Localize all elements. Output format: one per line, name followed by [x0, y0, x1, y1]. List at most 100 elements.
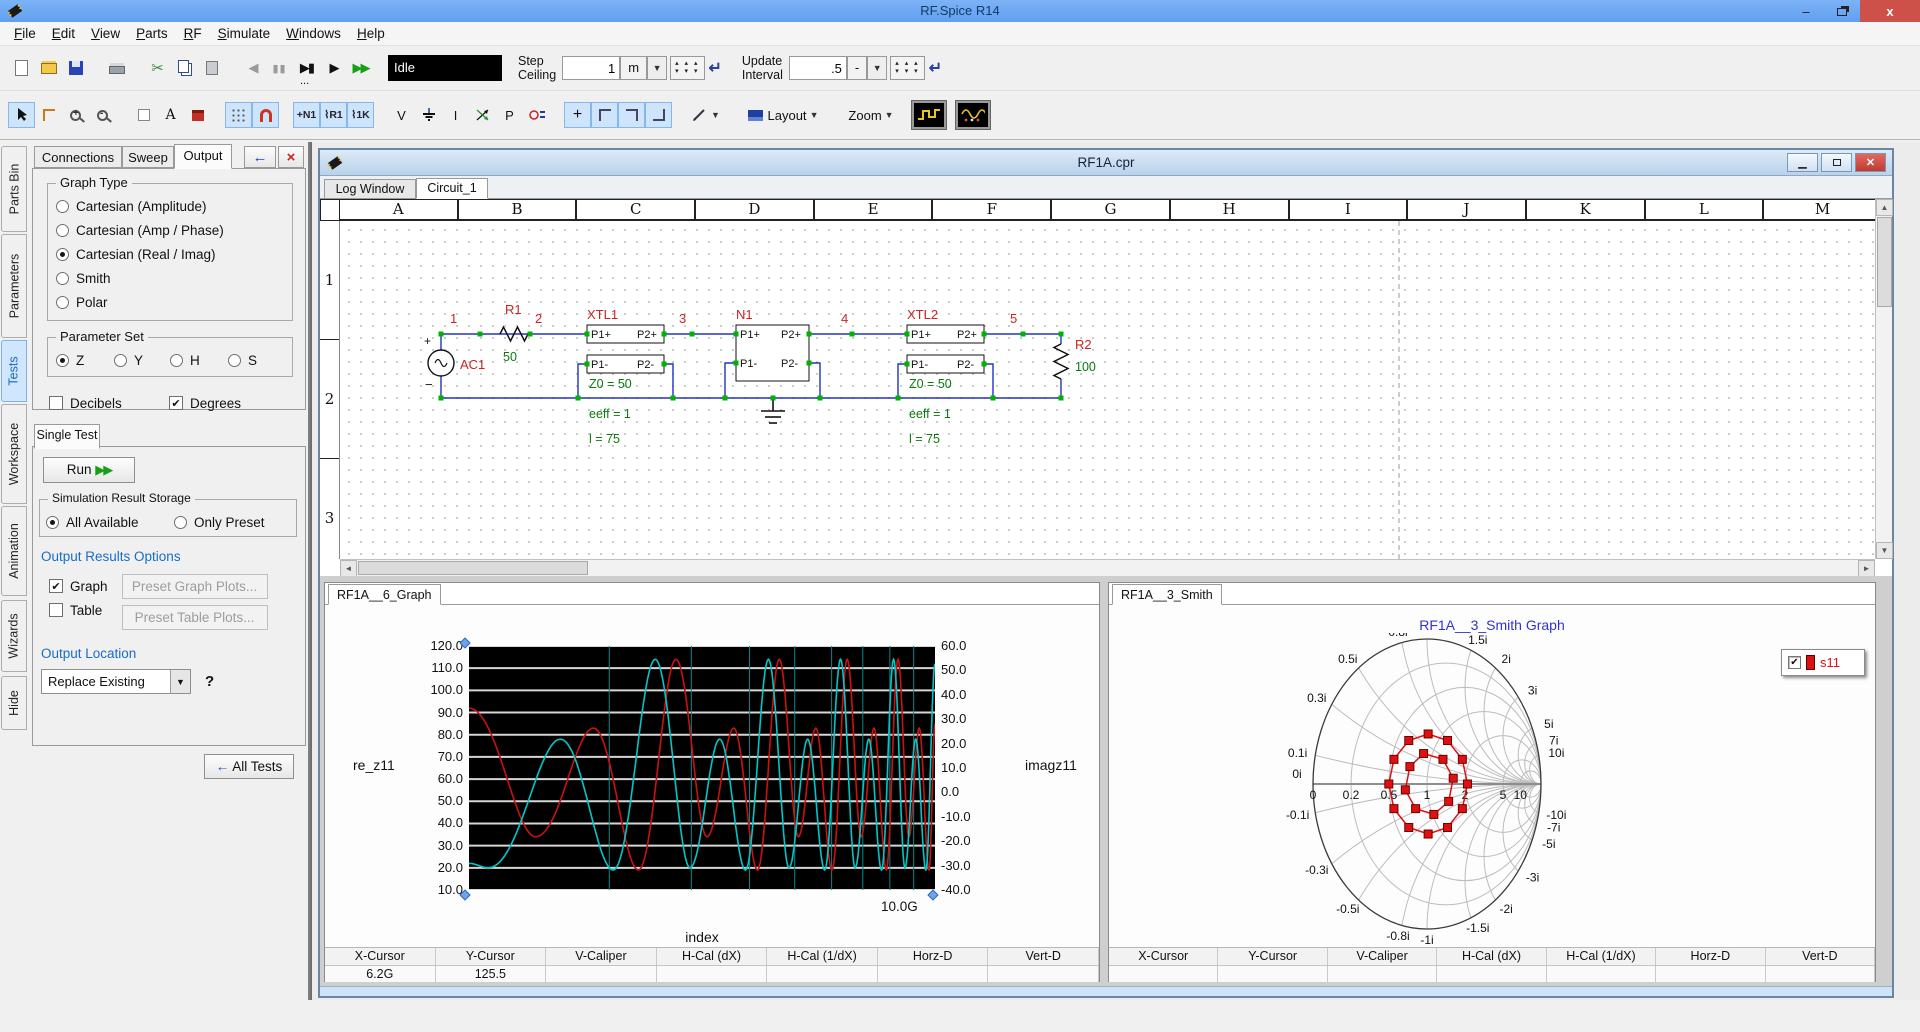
- fast-run-button[interactable]: ▶▶: [347, 55, 374, 81]
- ground-symbol[interactable]: [761, 398, 785, 423]
- s11-data-point[interactable]: [1420, 750, 1428, 758]
- step-run-button[interactable]: ▶▮ ...: [293, 55, 320, 81]
- scroll-right-arrow[interactable]: ►: [1858, 560, 1875, 577]
- crosshair-button[interactable]: +: [564, 102, 591, 128]
- layout-dropdown[interactable]: Layout ▼: [740, 102, 826, 128]
- document-titlebar[interactable]: RF1A.cpr ▁ ✕: [320, 150, 1892, 176]
- tab-log-window[interactable]: Log Window: [324, 179, 416, 199]
- ac-source-symbol[interactable]: + −: [424, 334, 454, 392]
- step-ceiling-input[interactable]: [562, 56, 620, 80]
- close-button[interactable]: x: [1860, 0, 1920, 22]
- panel-close-button[interactable]: ×: [278, 146, 304, 168]
- s11-data-point[interactable]: [1444, 737, 1452, 745]
- part-value-button[interactable]: ⌇1K: [347, 102, 374, 128]
- menu-item[interactable]: Parts: [128, 23, 176, 44]
- checkbox-table[interactable]: Table: [49, 598, 108, 622]
- s11-data-point[interactable]: [1444, 824, 1452, 832]
- radio-cartesian-real-imag[interactable]: Cartesian (Real / Imag): [56, 242, 284, 266]
- power-probe-button[interactable]: P: [496, 102, 523, 128]
- radio-y[interactable]: Y: [114, 348, 170, 372]
- radio-polar[interactable]: Polar: [56, 290, 284, 314]
- help-question[interactable]: ?: [205, 673, 214, 690]
- doc-minimize-button[interactable]: ▁: [1787, 153, 1818, 172]
- ruler-cross-button[interactable]: [645, 102, 672, 128]
- sidebar-tab-animation[interactable]: Animation: [1, 506, 27, 596]
- s11-data-point[interactable]: [1406, 763, 1414, 771]
- checkbox-graph[interactable]: ✔Graph: [49, 574, 108, 598]
- part-label-button[interactable]: ⌇R1: [320, 102, 347, 128]
- update-apply-icon[interactable]: ↵: [929, 58, 942, 78]
- tab-single-test[interactable]: Single Test: [34, 424, 100, 449]
- menu-item[interactable]: Simulate: [210, 23, 279, 44]
- rotate-tool-button[interactable]: [35, 102, 62, 128]
- s11-data-point[interactable]: [1458, 805, 1466, 813]
- menu-item[interactable]: Windows: [278, 23, 349, 44]
- tab-rf1a-6-graph[interactable]: RF1A__6_Graph: [328, 584, 441, 605]
- scope-view-button[interactable]: [956, 101, 990, 129]
- zoom-out-button[interactable]: -: [89, 102, 116, 128]
- s11-data-point[interactable]: [1401, 786, 1409, 794]
- output-location-select[interactable]: Replace Existing ▼: [41, 669, 191, 694]
- cut-button[interactable]: ✂: [144, 55, 171, 81]
- radio-only-preset[interactable]: Only Preset: [174, 510, 265, 534]
- schematic-canvas[interactable]: + − P1+ P2+ P1-: [340, 221, 1875, 559]
- checkbox-degrees[interactable]: ✔Degrees: [169, 391, 241, 415]
- v-scroll-thumb[interactable]: [1877, 217, 1892, 307]
- s11-data-point[interactable]: [1390, 755, 1398, 763]
- checkbox-decibels[interactable]: Decibels: [49, 391, 169, 415]
- current-probe-button[interactable]: I: [442, 102, 469, 128]
- minimize-button[interactable]: –: [1788, 0, 1824, 22]
- tab-connections[interactable]: Connections: [34, 146, 122, 168]
- text-tool-button[interactable]: A: [157, 102, 184, 128]
- doc-close-button[interactable]: ✕: [1855, 153, 1886, 172]
- sidebar-tab-tests[interactable]: Tests: [1, 340, 27, 402]
- scroll-left-arrow[interactable]: ◄: [340, 560, 357, 577]
- step-back-button[interactable]: ◀: [239, 55, 266, 81]
- diode-probe-button[interactable]: [523, 102, 550, 128]
- update-unit-dropdown[interactable]: ▼: [867, 56, 887, 80]
- grid-toggle-button[interactable]: [225, 102, 252, 128]
- snap-toggle-button[interactable]: [252, 102, 279, 128]
- probe-pen-button[interactable]: ▼: [686, 102, 726, 128]
- ruler-edge-button[interactable]: [618, 102, 645, 128]
- new-file-button[interactable]: [8, 55, 35, 81]
- restore-button[interactable]: [1824, 0, 1860, 22]
- resistor-r2-symbol[interactable]: [1054, 344, 1068, 379]
- copy-button[interactable]: [171, 55, 198, 81]
- s11-data-point[interactable]: [1390, 805, 1398, 813]
- preset-table-plots-button[interactable]: Preset Table Plots...: [122, 605, 268, 630]
- s11-data-point[interactable]: [1449, 774, 1457, 782]
- sidebar-tab-hide[interactable]: Hide: [1, 676, 27, 730]
- radio-cartesian-amplitude[interactable]: Cartesian (Amplitude): [56, 194, 284, 218]
- circuit-vertical-scrollbar[interactable]: ▲ ▼: [1875, 199, 1892, 559]
- xtl1-symbol[interactable]: P1+ P2+ P1- P2-: [587, 325, 664, 373]
- menu-item[interactable]: File: [6, 23, 44, 44]
- doc-restore-button[interactable]: [1821, 153, 1852, 172]
- menu-item[interactable]: View: [83, 23, 128, 44]
- radio-s[interactable]: S: [228, 348, 257, 372]
- ruler-corner-button[interactable]: [591, 102, 618, 128]
- sidebar-tab-parts-bin[interactable]: Parts Bin: [1, 146, 27, 232]
- n1-symbol[interactable]: P1+ P2+ P1- P2-: [736, 325, 809, 381]
- circuit-horizontal-scrollbar[interactable]: ◄ ►: [340, 559, 1875, 576]
- tab-output[interactable]: Output: [174, 144, 232, 169]
- plot-area[interactable]: [469, 646, 935, 890]
- s11-data-point[interactable]: [1458, 755, 1466, 763]
- sidebar-tab-workspace[interactable]: Workspace: [1, 404, 27, 504]
- zoom-dropdown[interactable]: Zoom ▼: [840, 102, 902, 128]
- update-interval-input[interactable]: [789, 56, 847, 80]
- sidebar-tab-wizards[interactable]: Wizards: [1, 600, 27, 672]
- scroll-up-arrow[interactable]: ▲: [1876, 199, 1893, 216]
- s11-data-point[interactable]: [1412, 805, 1420, 813]
- save-button[interactable]: [62, 55, 89, 81]
- step-unit-dropdown[interactable]: ▼: [647, 56, 667, 80]
- preset-graph-plots-button[interactable]: Preset Graph Plots...: [122, 574, 268, 599]
- node-label-button[interactable]: +N1: [293, 102, 320, 128]
- radio-all-available[interactable]: All Available: [46, 510, 174, 534]
- tab-sweep[interactable]: Sweep: [122, 146, 174, 168]
- s11-data-point[interactable]: [1385, 780, 1393, 788]
- run-button[interactable]: Run ▶▶: [43, 457, 135, 483]
- step-apply-icon[interactable]: ↵: [709, 58, 722, 78]
- tab-circuit-1[interactable]: Circuit_1: [416, 178, 488, 199]
- zoom-in-button[interactable]: +: [62, 102, 89, 128]
